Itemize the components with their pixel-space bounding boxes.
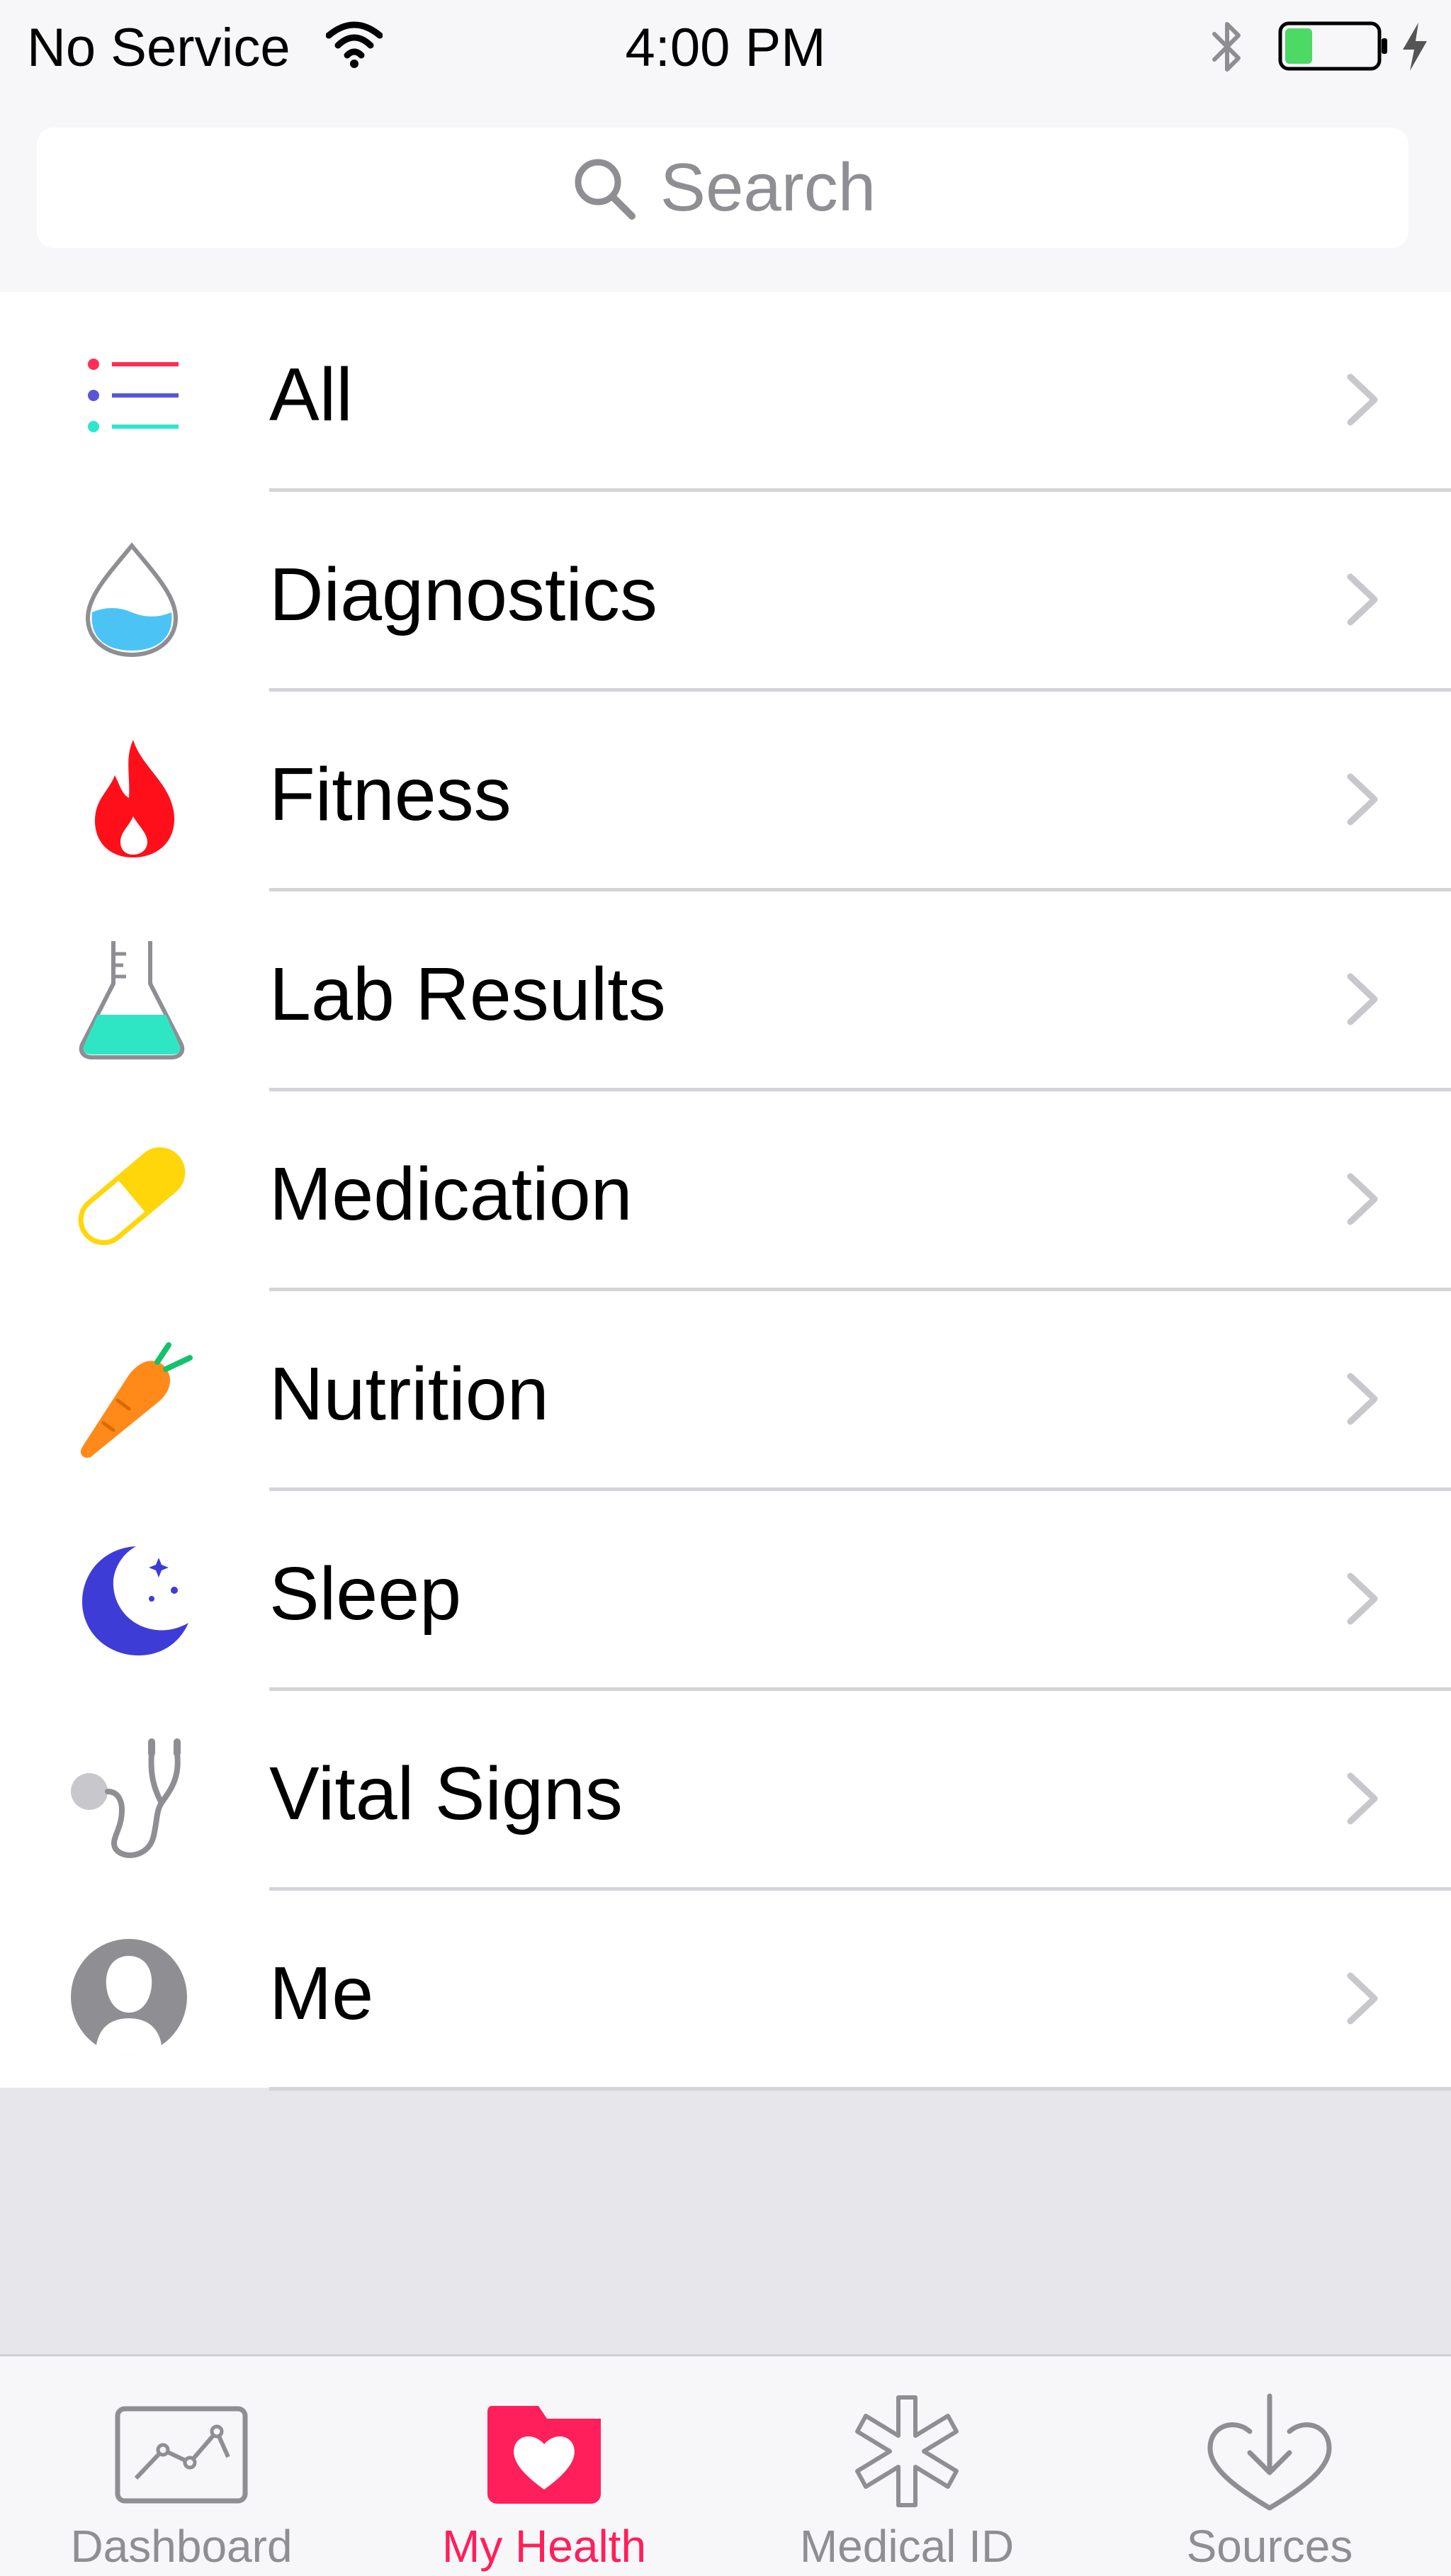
- chevron-right-icon: [1347, 1772, 1378, 1825]
- search-placeholder: Search: [660, 150, 876, 225]
- list-item-label: Sleep: [269, 1552, 462, 1636]
- list-item-medication[interactable]: Medication: [0, 1091, 1451, 1291]
- pill-icon: [78, 1147, 186, 1245]
- category-list: All Diagnostics Fitness Lab Results Medi…: [0, 292, 1451, 2091]
- battery-icon: [1278, 21, 1387, 71]
- chevron-right-icon: [1347, 973, 1378, 1025]
- list-icon: [88, 359, 179, 432]
- list-item-fitness[interactable]: Fitness: [0, 692, 1451, 892]
- chevron-right-icon: [1347, 1373, 1378, 1425]
- chevron-right-icon: [1347, 1573, 1378, 1625]
- tab-medical-id[interactable]: Medical ID: [726, 2356, 1088, 2576]
- list-item-label: Vital Signs: [269, 1752, 623, 1835]
- flask-icon: [79, 941, 185, 1059]
- search-area: Search: [0, 99, 1451, 292]
- list-item-lab-results[interactable]: Lab Results: [0, 892, 1451, 1091]
- tab-bar: Dashboard My Health Medical ID Sources: [0, 2354, 1451, 2576]
- moon-icon: [82, 1546, 188, 1655]
- chevron-right-icon: [1347, 373, 1378, 426]
- list-item-label: Lab Results: [269, 952, 666, 1036]
- list-item-all[interactable]: All: [0, 292, 1451, 492]
- list-item-label: Medication: [269, 1152, 633, 1236]
- chevron-right-icon: [1347, 1173, 1378, 1225]
- list-item-diagnostics[interactable]: Diagnostics: [0, 492, 1451, 692]
- person-icon: [71, 1939, 187, 2055]
- tab-label: My Health: [441, 2521, 647, 2572]
- carrot-icon: [80, 1342, 193, 1458]
- list-item-me[interactable]: Me: [0, 1891, 1451, 2091]
- divider: [269, 2087, 1451, 2091]
- flame-icon: [95, 740, 174, 857]
- list-item-nutrition[interactable]: Nutrition: [0, 1291, 1451, 1491]
- sources-download-icon: [1207, 2393, 1332, 2511]
- list-item-label: Me: [269, 1952, 374, 2035]
- tab-sources[interactable]: Sources: [1088, 2356, 1451, 2576]
- tab-label: Dashboard: [70, 2521, 293, 2572]
- charging-bolt-icon: [1403, 23, 1427, 71]
- medical-asterisk-icon: [855, 2395, 959, 2507]
- water-drop-icon: [85, 542, 179, 658]
- list-item-vital-signs[interactable]: Vital Signs: [0, 1691, 1451, 1891]
- list-item-label: Diagnostics: [269, 553, 657, 636]
- tab-dashboard[interactable]: Dashboard: [0, 2356, 363, 2576]
- list-item-label: Fitness: [269, 753, 512, 836]
- chevron-right-icon: [1347, 773, 1378, 826]
- list-item-sleep[interactable]: Sleep: [0, 1491, 1451, 1691]
- list-item-label: Nutrition: [269, 1352, 549, 1436]
- dashboard-icon: [115, 2406, 248, 2504]
- search-icon: [575, 159, 636, 220]
- tab-label: Medical ID: [799, 2521, 1015, 2572]
- tab-label: Sources: [1186, 2521, 1353, 2572]
- health-folder-icon: [487, 2406, 601, 2504]
- chevron-right-icon: [1347, 573, 1378, 626]
- tab-my-health[interactable]: My Health: [363, 2356, 726, 2576]
- bluetooth-icon: [1212, 22, 1241, 72]
- list-item-label: All: [269, 353, 353, 437]
- status-bar: No Service 4:00 PM: [0, 0, 1451, 99]
- chevron-right-icon: [1347, 1972, 1378, 2025]
- search-input[interactable]: Search: [37, 128, 1408, 248]
- stethoscope-icon: [71, 1738, 181, 1858]
